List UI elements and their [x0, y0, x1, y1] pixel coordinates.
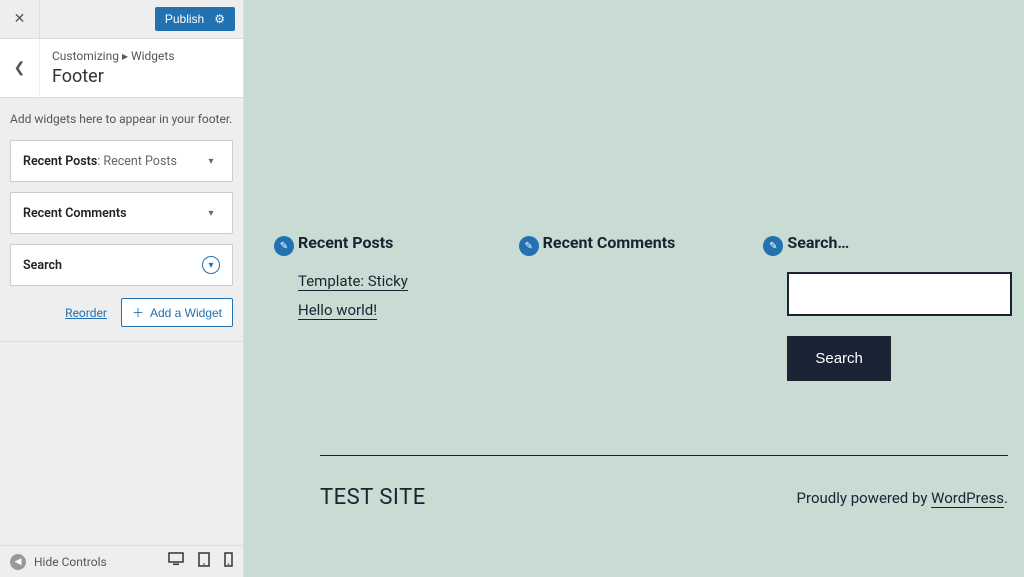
footer-widgets-area: ✎ Recent Posts Template: Sticky Hello wo… [298, 233, 1012, 381]
widget-title: Search [23, 258, 62, 273]
sidebar-bottom-bar: ◀ Hide Controls [0, 545, 243, 577]
pencil-icon: ✎ [280, 241, 288, 252]
widget-subtitle: : Recent Posts [97, 154, 177, 169]
recent-comments-heading: Recent Comments [543, 233, 768, 252]
widget-title: Recent Posts [23, 154, 97, 169]
pencil-icon: ✎ [769, 241, 777, 252]
mobile-preview-icon[interactable] [224, 552, 233, 571]
powered-suffix: . [1004, 489, 1008, 507]
edit-widget-recent-comments[interactable]: ✎ [519, 236, 539, 256]
edit-widget-recent-posts[interactable]: ✎ [274, 236, 294, 256]
pencil-icon: ✎ [524, 241, 532, 252]
publish-button[interactable]: Publish ⚙ [155, 7, 235, 31]
hide-controls-label: Hide Controls [34, 555, 107, 569]
powered-prefix: Proudly powered by [797, 489, 932, 507]
footer-widget-recent-comments: ✎ Recent Comments [543, 233, 768, 381]
widget-title: Recent Comments [23, 206, 127, 221]
gear-icon: ⚙ [214, 12, 225, 26]
site-title: TEST SITE [320, 485, 426, 510]
sidebar-top-bar: ✕ Publish ⚙ [0, 0, 243, 38]
widget-actions: Reorder ＋ Add a Widget [0, 296, 243, 342]
breadcrumb-row: ❮ Customizing ▸ Widgets Footer [0, 38, 243, 98]
close-icon: ✕ [14, 11, 26, 27]
close-customizer-button[interactable]: ✕ [0, 0, 40, 38]
hide-controls-button[interactable]: ◀ Hide Controls [10, 554, 107, 570]
breadcrumb-separator-icon: ▸ [122, 49, 128, 63]
widget-item-label: Search [23, 258, 62, 273]
breadcrumb: Customizing ▸ Widgets [52, 49, 175, 63]
page-title: Footer [52, 66, 175, 87]
search-input[interactable] [787, 272, 1012, 316]
plus-icon: ＋ [132, 304, 144, 321]
widget-item-label: Recent Posts: Recent Posts [23, 154, 177, 169]
chevron-down-icon: ▾ [202, 152, 220, 170]
recent-post-link[interactable]: Hello world! [298, 301, 377, 320]
footer-widget-recent-posts: ✎ Recent Posts Template: Sticky Hello wo… [298, 233, 523, 381]
breadcrumb-part2: Widgets [131, 49, 175, 63]
publish-wrap: Publish ⚙ [40, 0, 243, 38]
collapse-left-icon: ◀ [10, 554, 26, 570]
add-widget-button[interactable]: ＋ Add a Widget [121, 298, 233, 327]
widget-item-recent-posts[interactable]: Recent Posts: Recent Posts ▾ [10, 140, 233, 182]
widget-item-label: Recent Comments [23, 206, 127, 221]
widget-item-search[interactable]: Search ▾ [10, 244, 233, 286]
widget-list: Recent Posts: Recent Posts ▾ Recent Comm… [0, 140, 243, 296]
publish-button-label: Publish [165, 12, 204, 26]
tablet-preview-icon[interactable] [198, 552, 210, 571]
chevron-down-icon: ▾ [202, 204, 220, 222]
footer-widget-search: ✎ Search… Search [787, 233, 1012, 381]
site-preview: ✎ Recent Posts Template: Sticky Hello wo… [244, 0, 1024, 577]
widget-item-recent-comments[interactable]: Recent Comments ▾ [10, 192, 233, 234]
search-label: Search… [787, 233, 1012, 252]
recent-post-link[interactable]: Template: Sticky [298, 272, 408, 291]
chevron-left-icon: ❮ [14, 60, 26, 76]
recent-posts-heading: Recent Posts [298, 233, 523, 252]
footer-divider [320, 455, 1008, 456]
back-button[interactable]: ❮ [0, 39, 40, 97]
breadcrumb-text: Customizing ▸ Widgets Footer [40, 39, 187, 97]
section-description: Add widgets here to appear in your foote… [0, 98, 243, 140]
device-preview-toggles [168, 552, 233, 571]
reorder-link[interactable]: Reorder [65, 306, 107, 320]
desktop-preview-icon[interactable] [168, 552, 184, 571]
customizer-sidebar: ✕ Publish ⚙ ❮ Customizing ▸ Widgets Foot… [0, 0, 244, 577]
edit-widget-search[interactable]: ✎ [763, 236, 783, 256]
chevron-down-circled-icon: ▾ [202, 256, 220, 274]
wordpress-link[interactable]: WordPress [931, 489, 1004, 508]
site-footer-bar: TEST SITE Proudly powered by WordPress. [320, 485, 1008, 510]
search-button[interactable]: Search [787, 336, 891, 381]
add-widget-label: Add a Widget [150, 306, 222, 320]
powered-by: Proudly powered by WordPress. [797, 489, 1008, 507]
breadcrumb-part1: Customizing [52, 49, 119, 63]
